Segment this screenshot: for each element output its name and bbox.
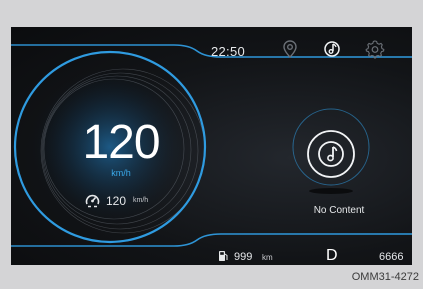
odometer-value: 6666: [379, 251, 404, 263]
media-status-text: No Content: [313, 205, 365, 216]
figure-frame: 22:50 120 km/h 120 km/h No Content 999 k…: [0, 0, 423, 289]
speed-readout: 120: [82, 116, 160, 169]
fuel-pump-icon: [218, 250, 229, 262]
settings-gear-icon[interactable]: [364, 38, 386, 60]
music-note-icon[interactable]: [298, 121, 364, 187]
range-value: 999: [234, 251, 253, 263]
cruise-speed-unit: km/h: [133, 197, 149, 204]
instrument-cluster-screen: 22:50 120 km/h 120 km/h No Content 999 k…: [11, 27, 412, 265]
media-icon[interactable]: [321, 38, 343, 60]
location-pin-icon[interactable]: [279, 38, 301, 60]
range-unit: km: [262, 253, 273, 262]
clock-time: 22:50: [211, 44, 246, 59]
figure-caption: OMM31-4272: [351, 271, 419, 283]
speed-unit: km/h: [111, 168, 131, 178]
cruise-set-speed: 120: [106, 194, 127, 208]
cruise-control-icon: [84, 192, 101, 209]
gear-indicator: D: [326, 247, 338, 264]
